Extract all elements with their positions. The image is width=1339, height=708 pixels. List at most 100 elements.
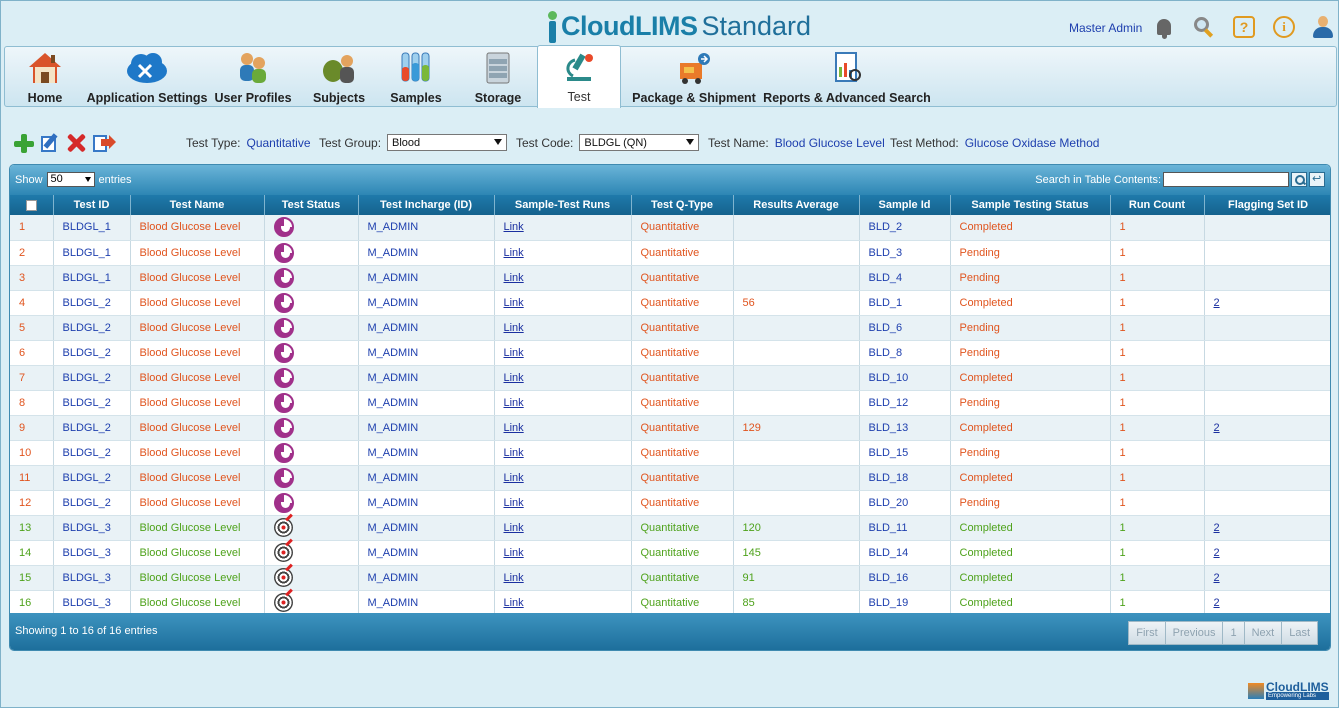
- target-icon[interactable]: [273, 518, 293, 537]
- col-header[interactable]: Test Status: [264, 195, 359, 215]
- nav-test[interactable]: Test: [537, 45, 621, 108]
- flagging-set-cell-link[interactable]: 2: [1214, 547, 1220, 559]
- in-progress-icon[interactable]: [273, 342, 294, 363]
- in-progress-icon[interactable]: [273, 442, 294, 463]
- table-row[interactable]: 2 BLDGL_1 Blood Glucose Level M_ADMIN Link Qu…: [10, 240, 1330, 266]
- page-length-select[interactable]: 50: [46, 172, 95, 187]
- in-progress-icon[interactable]: [273, 467, 294, 488]
- sample-test-runs-cell-link[interactable]: Link: [504, 547, 524, 559]
- in-progress-icon[interactable]: [273, 292, 294, 313]
- flagging-set-cell[interactable]: 2: [1204, 590, 1330, 616]
- table-row[interactable]: 13 BLDGL_3 Blood Glucose Level M_ADMIN Link Q…: [10, 515, 1330, 541]
- user-icon[interactable]: [1311, 15, 1335, 39]
- export-icon[interactable]: [91, 133, 116, 153]
- sample-test-runs-cell[interactable]: Link: [494, 265, 632, 291]
- table-row[interactable]: 1 BLDGL_1 Blood Glucose Level M_ADMIN Link Qu…: [10, 215, 1330, 241]
- delete-icon[interactable]: [65, 133, 87, 153]
- col-header[interactable]: Flagging Set ID: [1204, 195, 1330, 215]
- info-icon[interactable]: i: [1272, 15, 1296, 39]
- flagging-set-cell[interactable]: 2: [1204, 565, 1330, 591]
- search-icon[interactable]: [1191, 15, 1215, 39]
- nav-samples[interactable]: Samples: [388, 47, 444, 107]
- table-row[interactable]: 15 BLDGL_3 Blood Glucose Level M_ADMIN Link Q…: [10, 565, 1330, 591]
- cloudlims-logo[interactable]: CloudLIMS Standard: [545, 7, 811, 43]
- table-row[interactable]: 10 BLDGL_2 Blood Glucose Level M_ADMIN Link Q…: [10, 440, 1330, 466]
- sample-test-runs-cell-link[interactable]: Link: [504, 472, 524, 484]
- test-code-select[interactable]: BLDGL (QN): [579, 134, 700, 151]
- table-row[interactable]: 8 BLDGL_2 Blood Glucose Level M_ADMIN Link Qu…: [10, 390, 1330, 416]
- select-all-header[interactable]: [10, 195, 54, 215]
- user-name-link[interactable]: Master Admin: [1069, 21, 1142, 35]
- table-row[interactable]: 5 BLDGL_2 Blood Glucose Level M_ADMIN Link Qu…: [10, 315, 1330, 341]
- sample-test-runs-cell-link[interactable]: Link: [504, 247, 524, 259]
- sample-test-runs-cell-link[interactable]: Link: [504, 447, 524, 459]
- bell-icon[interactable]: [1152, 15, 1176, 39]
- reset-search-icon[interactable]: [1309, 172, 1325, 187]
- col-header[interactable]: Test Name: [130, 195, 265, 215]
- sample-test-runs-cell[interactable]: Link: [494, 590, 632, 616]
- table-row[interactable]: 12 BLDGL_2 Blood Glucose Level M_ADMIN Link Q…: [10, 490, 1330, 516]
- pager-first[interactable]: First: [1128, 621, 1166, 645]
- table-row[interactable]: 9 BLDGL_2 Blood Glucose Level M_ADMIN Link Qu…: [10, 415, 1330, 441]
- sample-test-runs-cell[interactable]: Link: [494, 290, 632, 316]
- flagging-set-cell[interactable]: 2: [1204, 290, 1330, 316]
- table-row[interactable]: 11 BLDGL_2 Blood Glucose Level M_ADMIN Link Q…: [10, 465, 1330, 491]
- sample-test-runs-cell-link[interactable]: Link: [504, 397, 524, 409]
- flagging-set-cell[interactable]: 2: [1204, 415, 1330, 441]
- sample-test-runs-cell[interactable]: Link: [494, 215, 632, 241]
- table-search-input[interactable]: [1163, 172, 1289, 187]
- select-all-checkbox[interactable]: [25, 199, 37, 211]
- sample-test-runs-cell[interactable]: Link: [494, 365, 632, 391]
- table-row[interactable]: 16 BLDGL_3 Blood Glucose Level M_ADMIN Link Q…: [10, 590, 1330, 616]
- in-progress-icon[interactable]: [273, 417, 294, 438]
- sample-test-runs-cell-link[interactable]: Link: [504, 597, 524, 609]
- col-header[interactable]: Sample Id: [859, 195, 951, 215]
- flagging-set-cell-link[interactable]: 2: [1214, 522, 1220, 534]
- sample-test-runs-cell-link[interactable]: Link: [504, 322, 524, 334]
- pager-page-1[interactable]: 1: [1222, 621, 1245, 645]
- table-row[interactable]: 7 BLDGL_2 Blood Glucose Level M_ADMIN Link Qu…: [10, 365, 1330, 391]
- col-header[interactable]: Sample-Test Runs: [494, 195, 632, 215]
- sample-test-runs-cell[interactable]: Link: [494, 540, 632, 566]
- sample-test-runs-cell-link[interactable]: Link: [504, 221, 524, 233]
- target-icon[interactable]: [273, 543, 293, 562]
- sample-test-runs-cell[interactable]: Link: [494, 465, 632, 491]
- sample-test-runs-cell[interactable]: Link: [494, 340, 632, 366]
- add-icon[interactable]: [13, 133, 35, 153]
- sample-test-runs-cell[interactable]: Link: [494, 390, 632, 416]
- search-button-icon[interactable]: [1291, 172, 1307, 187]
- pager-last[interactable]: Last: [1281, 621, 1318, 645]
- footer-cloudlims-logo[interactable]: CloudLIMS Empowering Labs: [1248, 680, 1334, 702]
- sample-test-runs-cell[interactable]: Link: [494, 565, 632, 591]
- sample-test-runs-cell-link[interactable]: Link: [504, 372, 524, 384]
- nav-storage[interactable]: Storage: [470, 47, 526, 107]
- col-header[interactable]: Run Count: [1110, 195, 1205, 215]
- in-progress-icon[interactable]: [273, 242, 294, 263]
- in-progress-icon[interactable]: [273, 267, 294, 288]
- target-icon[interactable]: [273, 593, 293, 612]
- sample-test-runs-cell-link[interactable]: Link: [504, 422, 524, 434]
- table-row[interactable]: 14 BLDGL_3 Blood Glucose Level M_ADMIN Link Q…: [10, 540, 1330, 566]
- sample-test-runs-cell[interactable]: Link: [494, 490, 632, 516]
- sample-test-runs-cell[interactable]: Link: [494, 415, 632, 441]
- target-icon[interactable]: [273, 568, 293, 587]
- table-row[interactable]: 4 BLDGL_2 Blood Glucose Level M_ADMIN Link Qu…: [10, 290, 1330, 316]
- sample-test-runs-cell-link[interactable]: Link: [504, 347, 524, 359]
- test-group-select[interactable]: Blood: [387, 134, 508, 151]
- sample-test-runs-cell-link[interactable]: Link: [504, 497, 524, 509]
- flagging-set-cell-link[interactable]: 2: [1214, 422, 1220, 434]
- sample-test-runs-cell[interactable]: Link: [494, 440, 632, 466]
- in-progress-icon[interactable]: [273, 392, 294, 413]
- sample-test-runs-cell-link[interactable]: Link: [504, 272, 524, 284]
- col-header[interactable]: Results Average: [733, 195, 860, 215]
- sample-test-runs-cell[interactable]: Link: [494, 240, 632, 266]
- flagging-set-cell[interactable]: 2: [1204, 540, 1330, 566]
- edit-icon[interactable]: [39, 133, 61, 153]
- table-row[interactable]: 3 BLDGL_1 Blood Glucose Level M_ADMIN Link Qu…: [10, 265, 1330, 291]
- sample-test-runs-cell-link[interactable]: Link: [504, 572, 524, 584]
- nav-home[interactable]: Home: [22, 47, 68, 107]
- sample-test-runs-cell-link[interactable]: Link: [504, 522, 524, 534]
- nav-reports-advanced-search[interactable]: Reports & Advanced Search: [763, 47, 931, 107]
- pager-next[interactable]: Next: [1243, 621, 1283, 645]
- col-header[interactable]: Sample Testing Status: [950, 195, 1111, 215]
